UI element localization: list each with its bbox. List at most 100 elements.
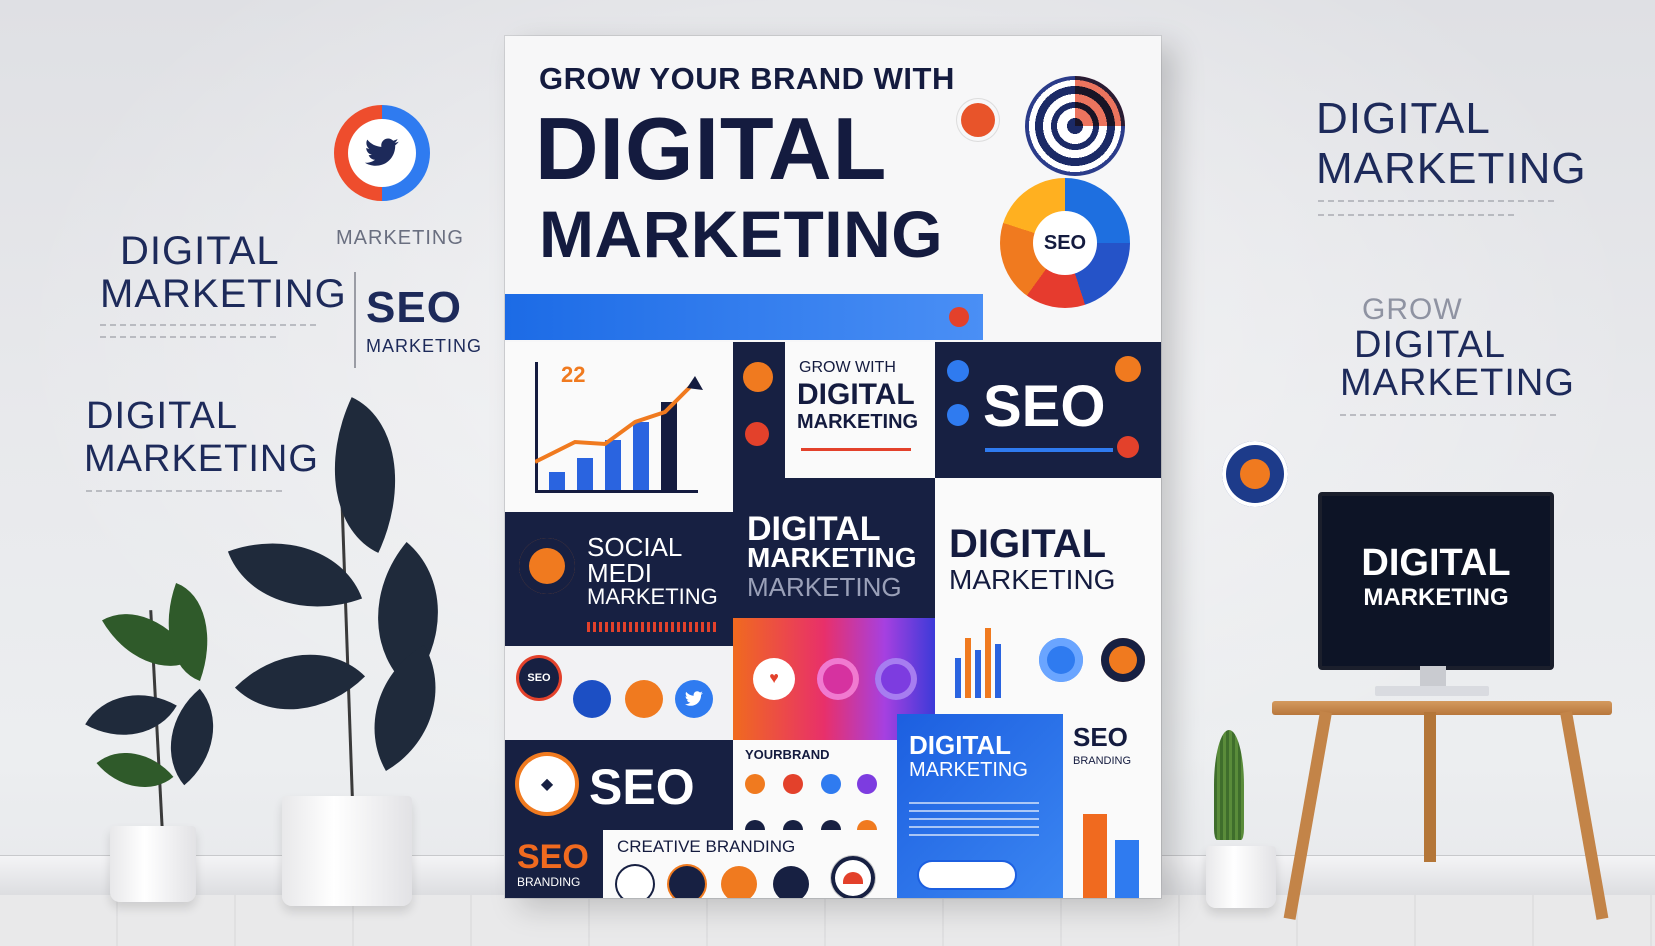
poster-headline-small: GROW YOUR BRAND WITH [539,61,955,96]
left-text-lines-2 [100,336,280,338]
app-icon [669,866,705,898]
poster-headline-marketing: MARKETING [539,197,944,271]
seo-logo-tile: ◆ SEO [505,740,733,830]
monitor-line-1: DIGITAL [1361,542,1511,584]
left-marketing-2: MARKETING [84,438,319,480]
right-digital-2: DIGITAL [1354,324,1506,366]
wood-floor [0,895,1655,946]
decorative-line [801,448,911,451]
accent-bar [1115,840,1139,898]
chart-bar [549,472,565,490]
seo-branding-label: SEO [1073,722,1128,752]
red-dot-icon [949,307,969,327]
left-divider [354,272,356,368]
app-icon [573,680,611,718]
seo-big-label: SEO [983,374,1106,439]
accent-bar [1083,814,1107,898]
seo-logo-icon: ◆ [519,756,575,812]
mini-chart-bar [965,638,971,698]
right-text-lines-2 [1318,214,1518,216]
left-digital-2: DIGITAL [86,395,238,437]
social-icons-tile: SEO [505,646,733,740]
plant-pot-small [1206,846,1276,908]
dm-blue-2: MARKETING [909,759,1028,781]
right-grow: GROW [1362,293,1463,326]
seo-shield-label: SEO [527,672,551,684]
right-text-lines-3 [1340,414,1560,416]
small-plant-leaves [1214,730,1244,840]
seo-big-tile: SEO [935,342,1161,478]
app-icon [773,866,809,898]
digital-marketing-center-tile: DIGITAL MARKETING MARKETING [733,478,935,618]
right-marketing-1: MARKETING [1316,144,1587,193]
your-brand-label: YOURBRAND [745,747,830,762]
right-text-lines-1 [1318,200,1558,202]
left-digital-1: DIGITAL [120,229,280,273]
decorative-stripes [587,622,717,632]
seo-orange-label: SEO [517,838,589,876]
app-icon [721,866,757,898]
chat-bubble-icon: ♥ [753,658,795,700]
digital-marketing-right-tile: DIGITAL MARKETING [935,478,1161,598]
blue-circle-icon [947,360,969,382]
app-icon [857,774,877,794]
target-icon [1025,76,1125,176]
app-icon [783,774,803,794]
table-leg [1424,712,1436,862]
magnifier-icon [831,856,875,898]
grow-marketing-label: MARKETING [797,411,919,433]
social-label-3: MARKETING [587,584,718,609]
seo-shield-icon: SEO [519,658,559,698]
seo-branding-sub: BRANDING [1073,755,1132,767]
decorative-line [985,448,1113,452]
seo-donut-label: SEO [1033,211,1097,275]
left-text-lines-1 [100,324,320,326]
social-circle-icon [519,538,575,594]
desktop-monitor: DIGITAL MARKETING [1318,492,1554,670]
blue-circle-icon [947,404,969,426]
right-marketing-2: MARKETING [1340,362,1575,404]
cta-button[interactable] [917,860,1017,890]
left-seo-marketing: MARKETING [366,336,483,356]
orange-ring-icon [1101,638,1145,682]
poster-headline-digital: DIGITAL [535,99,888,198]
dm-blue-1: DIGITAL [909,730,1012,760]
grow-with-label: GROW WITH [799,359,896,376]
dm-center-2: MARKETING [747,542,917,573]
bird-icon [684,691,703,706]
mini-chart-bar [985,628,991,698]
marketing-poster: GROW YOUR BRAND WITH DIGITAL MARKETING S… [505,36,1161,898]
bar-accent-tile [1063,794,1161,898]
growth-arrow-icon [535,376,703,464]
seo-orange-tile: SEO BRANDING [505,830,603,898]
dm-right-1: DIGITAL [949,522,1107,566]
circle-icon [745,422,769,446]
right-wall-badge [1222,441,1288,507]
app-icon [617,866,653,898]
seo-logo-label: SEO [589,759,695,815]
social-media-tile: SOCIAL MEDI MARKETING [505,512,733,646]
twitter-logo-badge [334,105,430,201]
blue-ring-icon [1039,638,1083,682]
growth-chart-tile: 22 [505,342,733,512]
left-seo: SEO [366,283,462,332]
grow-with-tile: GROW WITH DIGITAL MARKETING [785,342,935,478]
blue-banner-bar [505,294,983,340]
circle-icon [743,362,773,392]
dm-center-1: DIGITAL [747,510,881,548]
left-marketing-1: MARKETING [100,272,347,316]
monitor-line-2: MARKETING [1363,584,1509,611]
app-icon [625,680,663,718]
social-label-1: SOCIAL [587,532,683,562]
mini-chart-bar [955,658,961,698]
app-icon [821,774,841,794]
right-digital-1: DIGITAL [1316,94,1491,143]
mini-chart-bar [995,644,1001,698]
digital-marketing-blue-tile: DIGITAL MARKETING [897,714,1063,898]
app-circle-icon [875,658,917,700]
plant-pot-left [110,826,196,902]
social-label-2: MEDI [587,558,652,588]
seo-branding-tile: SEO BRANDING [1063,714,1161,794]
plant-pot-big [282,796,412,906]
grow-digital-label: DIGITAL [797,378,915,411]
